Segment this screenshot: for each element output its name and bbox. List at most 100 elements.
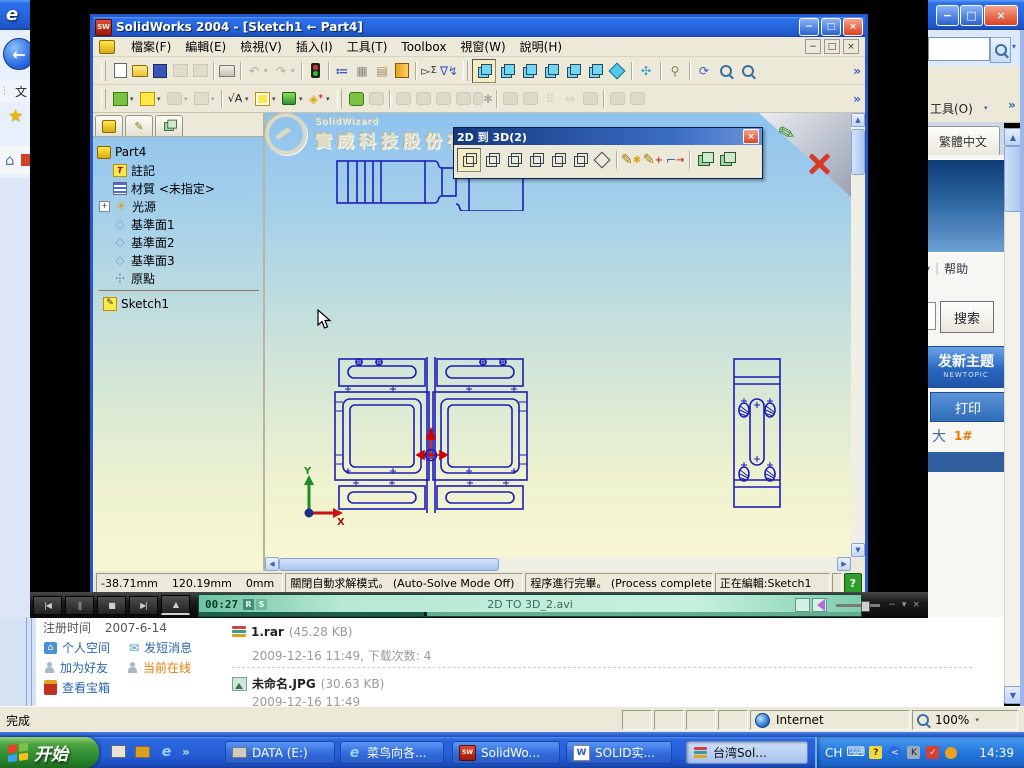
zoom-fit-button[interactable] [715, 60, 737, 82]
grid-button[interactable]: ▦ [352, 61, 372, 81]
attachment-name[interactable]: 未命名.JPG [252, 675, 316, 692]
rebuild-button[interactable] [305, 61, 325, 81]
right-sketch-button[interactable] [503, 149, 525, 171]
save-button[interactable] [150, 61, 170, 81]
tab-featuremanager[interactable] [95, 115, 123, 136]
sketch-entities-button[interactable] [137, 89, 157, 109]
toolbar-overflow-chevron[interactable]: » [853, 92, 861, 106]
sketch-pattern-button[interactable] [252, 89, 272, 109]
previous-button[interactable]: |◀ [33, 595, 62, 615]
language-tab[interactable]: 繁體中文 [926, 126, 1000, 156]
volume-slider[interactable] [836, 600, 881, 612]
stop-button[interactable]: ■ [97, 595, 126, 615]
extrude-boss-button[interactable] [346, 89, 366, 109]
playlist-button[interactable] [795, 598, 810, 612]
make-drawing-button[interactable] [170, 61, 190, 81]
view-treasure-link[interactable]: 查看宝箱 [62, 679, 110, 696]
sketch-entities-caret[interactable]: ▾ [157, 95, 164, 103]
align-sketch-button[interactable]: ⌐ → [664, 149, 686, 171]
start-button[interactable]: 开始 [0, 737, 99, 768]
2d-to-3d-titlebar[interactable]: 2D 到 3D(2) × [454, 128, 762, 145]
mirror-button[interactable]: ⇔ [560, 89, 580, 109]
keyboard-icon[interactable]: ⌨ [847, 745, 866, 760]
section-button[interactable]: ▤ [372, 61, 392, 81]
graphics-area[interactable]: Y X SolidWizard 實威科技股份有限公司 ✎ 2D 到 3D(2) … [265, 113, 851, 557]
sketch-relations-button[interactable] [191, 89, 211, 109]
select-sigma-button[interactable]: ▻ Σ [419, 61, 439, 81]
design-table-button[interactable]: ≔ [332, 61, 352, 81]
mdi-close-button[interactable]: × [843, 39, 859, 54]
sketch-caret[interactable]: ▾ [130, 95, 137, 103]
2d-to-3d-close-button[interactable]: × [743, 129, 759, 144]
attachment-name[interactable]: 1.rar [251, 625, 284, 639]
menu-file[interactable]: 檔案(F) [131, 38, 171, 55]
hscroll-thumb[interactable] [279, 557, 499, 571]
tree-item-plane1[interactable]: ◇ 基準面1 [97, 215, 261, 233]
help-link[interactable]: 帮助 [944, 260, 968, 277]
cancel-sketch-icon[interactable] [807, 151, 831, 175]
hscroll-right-button[interactable]: ▶ [837, 557, 851, 571]
zoom-area-button[interactable] [737, 60, 759, 82]
player-options-caret[interactable]: ▾ [902, 600, 907, 610]
point-caret[interactable]: ▾ [326, 95, 333, 103]
rib-button[interactable] [607, 89, 627, 109]
personal-space-link[interactable]: 个人空间 [62, 639, 110, 656]
toolbar-grip[interactable] [101, 88, 106, 109]
tree-item-material[interactable]: 材質 <未指定> [97, 179, 261, 197]
new-topic-button[interactable]: 发新主题 NEWTOPIC [926, 346, 1006, 388]
auxiliary-sketch-button[interactable] [591, 149, 613, 171]
toolbar-grip[interactable] [101, 60, 106, 81]
ie-search-go-button[interactable] [990, 37, 1011, 63]
open-button[interactable] [130, 61, 150, 81]
shell-button[interactable] [580, 89, 600, 109]
toolbar-grip[interactable] [463, 60, 468, 81]
ie-close-button[interactable]: × [984, 5, 1018, 26]
smart-dimension-button[interactable]: √A [225, 89, 245, 109]
view-right-button[interactable] [540, 60, 562, 82]
make-assembly-button[interactable] [190, 61, 210, 81]
toolbar-grip[interactable] [337, 88, 342, 109]
video-region[interactable]: SW SolidWorks 2004 - [Sketch1 ← Part4] −… [30, 0, 928, 618]
pattern-button[interactable]: ⠿ [540, 89, 560, 109]
hscroll-left-button[interactable]: ◀ [265, 557, 279, 571]
help-question-button[interactable]: ? [843, 573, 862, 593]
extrude-from-sketch-button[interactable] [693, 149, 715, 171]
toolbox-browser-button[interactable] [392, 61, 412, 81]
menu-toolbox[interactable]: Toolbox [401, 40, 446, 54]
speaker-icon[interactable] [817, 599, 826, 611]
tree-item-annotations[interactable]: T 註記 [97, 161, 261, 179]
help-tray-icon[interactable]: ? [869, 746, 883, 759]
pause-button[interactable]: || [65, 595, 94, 615]
add-friend-link[interactable]: 加为好友 [60, 659, 108, 676]
canvas-hscrollbar[interactable]: ◀ ▶ [265, 557, 851, 571]
next-button[interactable]: ▶| [129, 595, 158, 615]
search-dropdown-caret[interactable]: ▾ [1012, 42, 1016, 51]
revolve-cut-button[interactable] [413, 89, 433, 109]
tools-menu[interactable]: 工具(O) [930, 100, 973, 117]
ie-search-input[interactable] [928, 37, 990, 61]
send-message-link[interactable]: 发短消息 [144, 639, 192, 656]
sketch-tools-button[interactable] [164, 89, 184, 109]
taskbar-button-solidworks[interactable]: SW SolidWo... [452, 741, 560, 764]
tree-item-plane2[interactable]: ◇ 基準面2 [97, 233, 261, 251]
menu-help[interactable]: 說明(H) [520, 38, 562, 55]
ie-maximize-button[interactable]: □ [960, 5, 983, 26]
eject-button[interactable]: ▲ [161, 595, 190, 615]
volume-tray-icon[interactable] [945, 746, 958, 759]
page-scrollbar-track[interactable] [1004, 128, 1021, 702]
create-sketch-button[interactable]: ✎ ✱ [620, 149, 642, 171]
menu-window[interactable]: 視窗(W) [460, 38, 505, 55]
loft-button[interactable] [453, 89, 473, 109]
bottom-sketch-button[interactable] [547, 149, 569, 171]
canvas-vscrollbar[interactable]: ▲ ▼ [851, 113, 865, 557]
print-button[interactable]: 打印 [930, 392, 1006, 422]
tree-item-plane3[interactable]: ◇ 基準面3 [97, 251, 261, 269]
menu-view[interactable]: 檢視(V) [240, 38, 282, 55]
command-overflow-chevron[interactable]: » [1008, 98, 1016, 112]
repair-sketch-button[interactable]: ✎ + [642, 149, 664, 171]
left-sketch-button[interactable] [525, 149, 547, 171]
outlook-icon[interactable] [134, 743, 151, 760]
seek-bar[interactable] [199, 612, 861, 616]
point-button[interactable]: ◈ * [306, 89, 326, 109]
sweep-button[interactable] [433, 89, 453, 109]
